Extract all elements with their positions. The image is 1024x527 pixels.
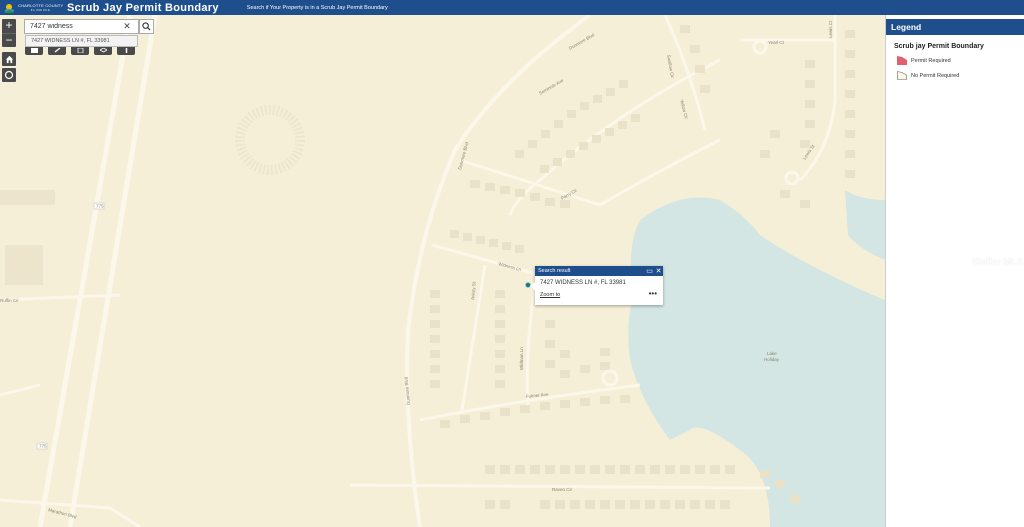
road-label-lewis: Lewis Ct <box>828 20 833 38</box>
zoom-out-button[interactable]: − <box>2 33 16 47</box>
edit-icon <box>54 48 60 53</box>
search-box: ✕ <box>24 19 139 34</box>
shield-775-a: 775 <box>96 204 104 209</box>
logo-title: CHARLOTTE COUNTY <box>18 2 64 8</box>
edit-button[interactable] <box>48 46 66 55</box>
legend-item-no-permit: No Permit Required <box>897 71 1024 80</box>
legend-item-permit-required: Permit Required <box>897 56 1024 65</box>
print-button[interactable] <box>71 46 89 55</box>
road-label-dunmore-low: Dunmore Blvd <box>403 376 411 405</box>
app-root: CHARLOTTE COUNTY FLORIDA Scrub Jay Permi… <box>0 0 1024 527</box>
maximize-icon[interactable]: ▭ <box>645 267 654 276</box>
sun-logo-icon <box>4 3 15 13</box>
more-options-icon[interactable]: ••• <box>649 290 657 298</box>
zoom-in-button[interactable]: + <box>2 19 16 33</box>
app-header: CHARLOTTE COUNTY FLORIDA Scrub Jay Permi… <box>0 0 1024 15</box>
road-label-widman: Widman Ln <box>519 347 524 370</box>
basemap-icon <box>30 48 38 53</box>
locate-icon <box>4 70 14 80</box>
bookmark-button[interactable] <box>117 46 135 55</box>
popup-header: Search result ▭ ✕ <box>535 266 663 276</box>
water-label-lake: Lake <box>767 351 777 356</box>
layers-button[interactable] <box>94 46 112 55</box>
zoom-control: + − <box>2 19 16 47</box>
bookmark-icon <box>125 48 127 53</box>
popup-address: 7427 WIDNESS LN #, FL 33981 <box>540 280 626 286</box>
road-label-widness: Widness Ln <box>498 261 522 272</box>
shield-775-b: 775 <box>39 444 47 449</box>
app-subtitle: Search if Your Property is in a Scrub Ja… <box>246 4 388 11</box>
watermark: Stellar MLS <box>972 257 1024 268</box>
road-label-raven: Raven Cir <box>552 487 573 492</box>
road-label-ruffin: Ruffin Cir <box>0 298 19 303</box>
layers-icon <box>99 48 107 53</box>
logo-subtitle: FLORIDA <box>30 7 51 12</box>
print-icon <box>77 48 83 53</box>
county-logo[interactable]: CHARLOTTE COUNTY FLORIDA <box>0 0 64 15</box>
legend-item-label: Permit Required <box>911 57 951 64</box>
road-label-aviary: Aviary St <box>470 281 477 300</box>
lake-holiday <box>628 197 885 527</box>
basemap: 775 775 Dunmore Blvd Seminole Ave Dunmor… <box>0 15 885 527</box>
road-label-parry: Parry Cir <box>560 187 578 200</box>
search-icon <box>142 22 151 31</box>
search-result-popup: Search result ▭ ✕ 7427 WIDNESS LN #, FL … <box>530 266 663 305</box>
search-input[interactable] <box>25 20 121 33</box>
road-label-swallow: Swallow Cir <box>666 54 675 79</box>
popup-pointer <box>530 282 535 290</box>
popup-title: Search result <box>538 268 571 274</box>
road-label-yearl: Yearl Ct <box>768 40 785 45</box>
zoom-to-link[interactable]: Zoom to <box>540 292 560 298</box>
permit-required-swatch-icon <box>897 56 907 65</box>
road-label-dunmore-top: Dunmore Blvd <box>568 32 596 51</box>
legend-panel: Legend Scrub jay Permit Boundary Permit … <box>885 15 1024 527</box>
widget-toolbar <box>25 46 135 55</box>
map-view[interactable]: 775 775 Dunmore Blvd Seminole Ave Dunmor… <box>0 15 885 527</box>
app-title: Scrub Jay Permit Boundary <box>67 1 219 14</box>
logo-text: CHARLOTTE COUNTY FLORIDA <box>18 3 63 13</box>
road-label-yellow: Yellow Cir <box>679 99 689 120</box>
legend-title: Legend <box>886 19 1024 35</box>
basemap-button[interactable] <box>25 46 43 55</box>
search-suggestion[interactable]: 7427 WIDNESS LN #, FL 33981 <box>25 35 138 47</box>
close-icon[interactable]: ✕ <box>654 267 663 276</box>
no-permit-swatch-icon <box>897 71 907 80</box>
legend-item-label: No Permit Required <box>911 72 960 79</box>
locate-button[interactable] <box>2 68 16 82</box>
water-label-holiday: Holiday <box>764 357 780 362</box>
legend-layer-name: Scrub jay Permit Boundary <box>894 43 984 50</box>
popup-footer: Zoom to ••• <box>535 286 663 299</box>
home-icon <box>5 55 13 63</box>
search-button[interactable] <box>139 19 154 34</box>
home-button[interactable] <box>2 52 16 66</box>
clear-search-icon[interactable]: ✕ <box>121 21 133 32</box>
road-label-seminole: Seminole Ave <box>538 78 565 96</box>
